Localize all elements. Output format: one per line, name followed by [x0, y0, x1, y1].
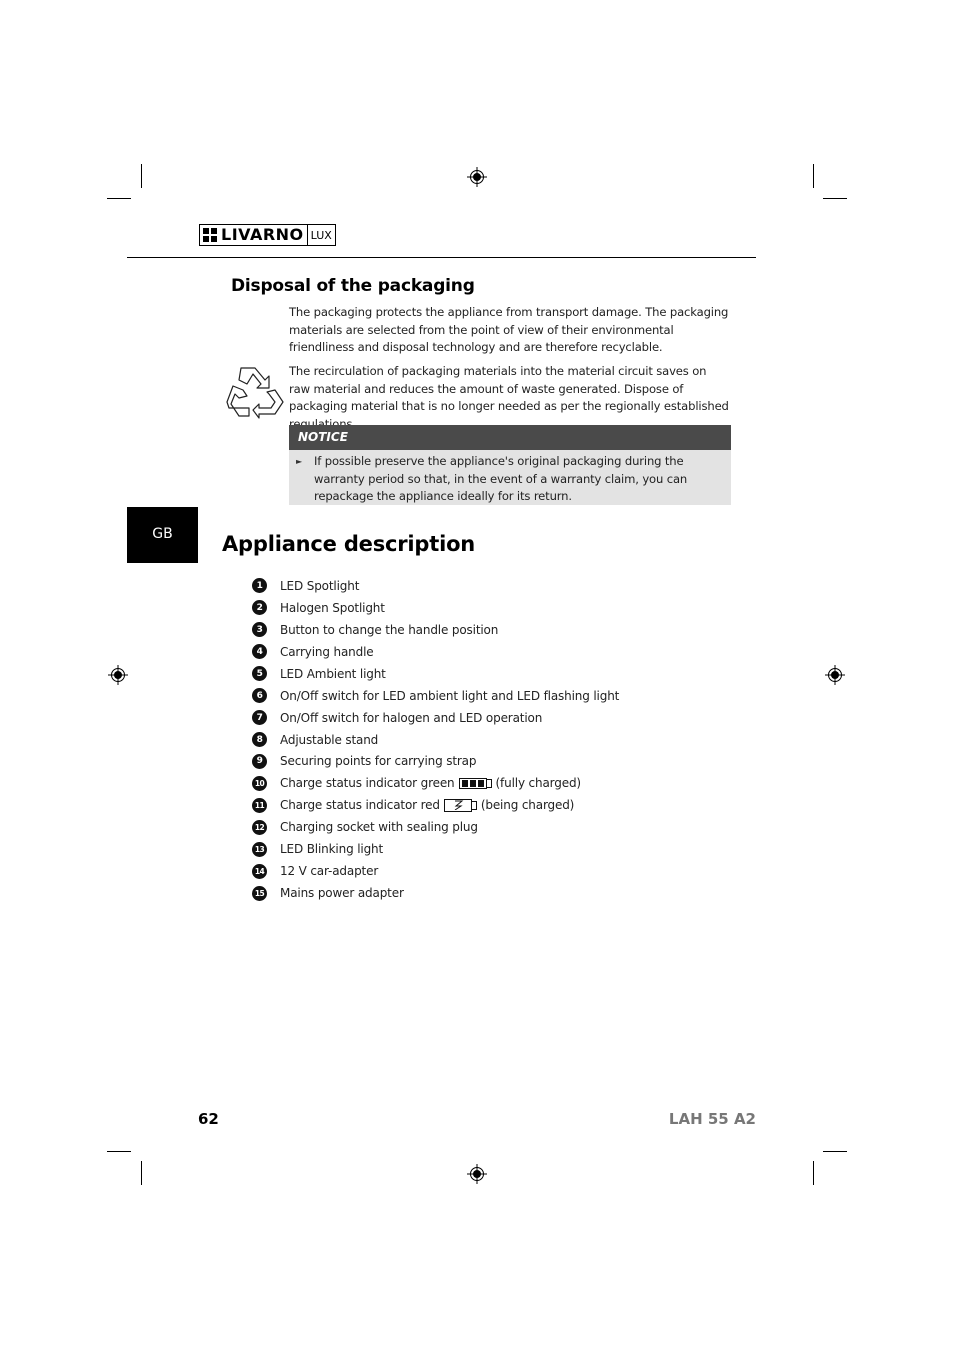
item-number-badge: 1	[252, 578, 267, 594]
crop-mark	[813, 1161, 814, 1185]
crop-mark	[107, 1151, 131, 1152]
item-number-badge: 12	[252, 819, 267, 835]
item-number-badge: 9	[252, 753, 267, 769]
list-item: 12 Charging socket with sealing plug	[252, 816, 619, 838]
list-item: 10 Charge status indicator green (fully c…	[252, 772, 619, 794]
crop-mark	[813, 164, 814, 188]
language-tab: GB	[127, 507, 198, 563]
notice-box: NOTICE ► If possible preserve the applia…	[289, 425, 731, 505]
list-item: 1 LED Spotlight	[252, 575, 619, 597]
brand-name: LIVARNO	[221, 225, 304, 244]
item-number-badge: 5	[252, 666, 267, 682]
battery-charging-icon	[443, 798, 477, 812]
list-item: 13 LED Blinking light	[252, 838, 619, 860]
crop-mark	[823, 1151, 847, 1152]
item-label: On/Off switch for halogen and LED operat…	[280, 710, 543, 725]
brand-logo-main: LIVARNO	[199, 224, 308, 246]
list-item: 8 Adjustable stand	[252, 729, 619, 751]
notice-heading: NOTICE	[289, 425, 731, 450]
registration-mark-icon	[825, 665, 845, 685]
list-item: 9 Securing points for carrying strap	[252, 751, 619, 773]
parts-list: 1 LED Spotlight 2 Halogen Spotlight 3 Butto…	[252, 575, 619, 904]
item-label: Charging socket with sealing plug	[280, 820, 478, 835]
item-label: Halogen Spotlight	[280, 600, 385, 615]
brand-logo: LIVARNO LUX	[199, 224, 336, 246]
sub-brand: LUX	[307, 224, 336, 246]
item-number-badge: 7	[252, 710, 267, 726]
list-item: 11 Charge status indicator red (being cha…	[252, 794, 619, 816]
crop-mark	[141, 164, 142, 188]
logo-mark-icon	[203, 228, 217, 242]
item-number-badge: 15	[252, 885, 267, 901]
section-heading-disposal: Disposal of the packaging	[231, 276, 475, 296]
list-item: 7 On/Off switch for halogen and LED opera…	[252, 707, 619, 729]
registration-mark-icon	[467, 1164, 487, 1184]
model-number: LAH 55 A2	[668, 1110, 756, 1128]
list-item: 6 On/Off switch for LED ambient light and…	[252, 685, 619, 707]
page-number: 62	[198, 1110, 219, 1128]
item-label: Button to change the handle position	[280, 622, 499, 637]
header-divider	[127, 257, 756, 258]
list-item: 14 12 V car-adapter	[252, 860, 619, 882]
list-item: 3 Button to change the handle position	[252, 619, 619, 641]
item-label: LED Ambient light	[280, 666, 386, 681]
item-suffix: (fully charged)	[495, 776, 582, 791]
notice-body: ► If possible preserve the appliance's o…	[289, 450, 731, 505]
list-item: 15 Mains power adapter	[252, 882, 619, 904]
item-number-badge: 13	[252, 841, 267, 857]
list-item: 2 Halogen Spotlight	[252, 597, 619, 619]
item-label: Carrying handle	[280, 644, 374, 659]
list-item: 5 LED Ambient light	[252, 663, 619, 685]
item-number-badge: 10	[252, 775, 267, 791]
notice-text: If possible preserve the appliance's ori…	[314, 454, 688, 504]
crop-mark	[141, 1161, 142, 1185]
item-number-badge: 8	[252, 732, 267, 748]
item-label: Charge status indicator green	[280, 776, 455, 791]
item-label: Mains power adapter	[280, 886, 404, 901]
item-number-badge: 11	[252, 797, 267, 813]
arrow-right-icon: ►	[296, 457, 303, 466]
crop-mark	[823, 198, 847, 199]
item-number-badge: 6	[252, 688, 267, 704]
item-label: LED Spotlight	[280, 578, 360, 593]
item-number-badge: 3	[252, 622, 267, 638]
item-number-badge: 4	[252, 644, 267, 660]
registration-mark-icon	[108, 665, 128, 685]
item-label: On/Off switch for LED ambient light and …	[280, 688, 620, 703]
item-number-badge: 14	[252, 863, 267, 879]
item-label: LED Blinking light	[280, 842, 384, 857]
recycle-icon	[226, 367, 284, 419]
crop-mark	[107, 198, 131, 199]
section-heading-appliance: Appliance description	[222, 532, 476, 556]
item-label: Securing points for carrying strap	[280, 754, 477, 769]
disposal-paragraph-2: The recirculation of packaging materials…	[289, 364, 729, 431]
item-label: Adjustable stand	[280, 732, 379, 747]
list-item: 4 Carrying handle	[252, 641, 619, 663]
item-suffix: (being charged)	[480, 798, 575, 813]
disposal-paragraph-1: The packaging protects the appliance fro…	[289, 305, 729, 355]
item-number-badge: 2	[252, 600, 267, 616]
item-label: Charge status indicator red	[280, 798, 440, 813]
item-label: 12 V car-adapter	[280, 864, 379, 879]
battery-full-icon	[458, 777, 492, 789]
registration-mark-icon	[467, 167, 487, 187]
